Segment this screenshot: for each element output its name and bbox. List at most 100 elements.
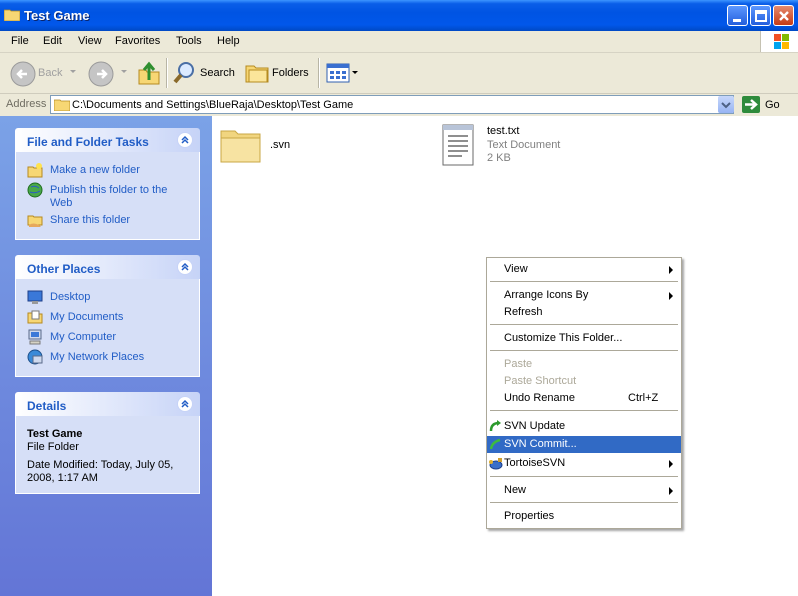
- toolbar: [0, 53, 798, 94]
- minimize-icon: [733, 19, 741, 22]
- ctx-undo-shortcut: Ctrl+Z: [628, 392, 659, 404]
- back-arrow-icon[interactable]: [10, 61, 36, 87]
- title-bar[interactable]: [0, 0, 798, 31]
- share-folder-link[interactable]: Share this folder: [50, 214, 130, 226]
- publish-folder-link-web[interactable]: Web: [50, 197, 72, 209]
- folder-icon: [54, 99, 70, 111]
- my-computer-link[interactable]: My Computer: [50, 331, 116, 343]
- details-modified: Date Modified: Today, July 05,: [27, 459, 174, 471]
- new-folder-icon: [27, 163, 43, 178]
- share-folder-icon: [27, 215, 43, 227]
- test-txt-label[interactable]: test.txt: [487, 125, 519, 137]
- close-button[interactable]: [773, 5, 794, 26]
- up-folder-icon[interactable]: [137, 60, 161, 86]
- address-label: Address: [6, 98, 47, 110]
- ctx-new[interactable]: New: [487, 482, 681, 499]
- folders-icon[interactable]: [245, 62, 271, 84]
- go-button[interactable]: [742, 96, 760, 113]
- test-txt-size: 2 KB: [487, 152, 511, 164]
- menu-separator: [490, 502, 678, 503]
- my-documents-icon: [27, 310, 43, 324]
- address-dropdown-button[interactable]: [718, 96, 734, 113]
- minimize-button[interactable]: [727, 5, 748, 26]
- ctx-paste-shortcut-label: Paste Shortcut: [504, 375, 577, 387]
- maximize-button[interactable]: [750, 5, 771, 26]
- ctx-view[interactable]: View: [487, 261, 681, 278]
- ctx-properties[interactable]: Properties: [487, 508, 681, 525]
- menu-file[interactable]: File: [11, 35, 29, 47]
- menu-edit[interactable]: Edit: [43, 35, 62, 47]
- back-button[interactable]: Back: [38, 67, 62, 79]
- views-dropdown-icon[interactable]: [352, 71, 358, 74]
- window-title: Test Game: [24, 8, 90, 23]
- go-label[interactable]: Go: [765, 99, 780, 111]
- ctx-properties-label: Properties: [504, 510, 555, 522]
- toolbar-separator: [166, 58, 168, 88]
- collapse-chevron-icon[interactable]: [177, 132, 193, 148]
- forward-arrow-icon[interactable]: [88, 61, 114, 87]
- ctx-refresh[interactable]: Refresh: [487, 304, 681, 321]
- maximize-icon: [755, 10, 767, 22]
- submenu-arrow-icon: [669, 266, 673, 274]
- text-document-icon[interactable]: [440, 122, 476, 168]
- toolbar-separator: [318, 58, 320, 88]
- my-network-places-link[interactable]: My Network Places: [50, 351, 144, 363]
- file-folder-tasks-title[interactable]: File and Folder Tasks: [27, 135, 149, 149]
- menu-separator: [490, 281, 678, 282]
- ctx-customize-label: Customize This Folder...: [504, 332, 623, 344]
- folder-icon[interactable]: [220, 126, 262, 164]
- ctx-undo-rename[interactable]: Undo Rename Ctrl+Z: [487, 390, 681, 407]
- ctx-customize-folder[interactable]: Customize This Folder...: [487, 330, 681, 347]
- ctx-tortoisesvn[interactable]: TortoiseSVN: [487, 455, 681, 472]
- submenu-arrow-icon: [669, 292, 673, 300]
- svn-update-icon: [489, 420, 501, 432]
- desktop-link[interactable]: Desktop: [50, 291, 90, 303]
- collapse-chevron-icon[interactable]: [177, 259, 193, 275]
- context-menu: View Arrange Icons By Refresh Customize …: [486, 257, 682, 529]
- ctx-svn-commit[interactable]: SVN Commit...: [487, 436, 681, 453]
- my-computer-icon: [28, 329, 42, 345]
- publish-folder-link[interactable]: Publish this folder to the: [50, 184, 167, 196]
- details-type: File Folder: [27, 441, 79, 453]
- ctx-svn-update[interactable]: SVN Update: [487, 418, 681, 435]
- desktop-icon: [27, 290, 43, 304]
- my-documents-link[interactable]: My Documents: [50, 311, 123, 323]
- address-path[interactable]: C:\Documents and Settings\BlueRaja\Deskt…: [72, 99, 353, 111]
- ctx-view-label: View: [504, 263, 528, 275]
- submenu-arrow-icon: [669, 460, 673, 468]
- collapse-chevron-icon[interactable]: [177, 396, 193, 412]
- search-button[interactable]: Search: [200, 67, 235, 79]
- forward-dropdown-icon[interactable]: [121, 70, 127, 73]
- svn-commit-icon: [489, 438, 501, 450]
- other-places-title[interactable]: Other Places: [27, 262, 100, 276]
- menu-tools[interactable]: Tools: [176, 35, 202, 47]
- submenu-arrow-icon: [669, 487, 673, 495]
- close-icon: [779, 11, 789, 21]
- windows-logo: [760, 31, 798, 52]
- details-name: Test Game: [27, 428, 83, 440]
- ctx-paste-shortcut: Paste Shortcut: [487, 373, 681, 390]
- details-modified-time: 2008, 1:17 AM: [27, 472, 98, 484]
- views-icon[interactable]: [326, 63, 350, 83]
- ctx-undo-label: Undo Rename: [504, 392, 575, 404]
- menu-help[interactable]: Help: [217, 35, 240, 47]
- menu-favorites[interactable]: Favorites: [115, 35, 160, 47]
- make-new-folder-link[interactable]: Make a new folder: [50, 164, 140, 176]
- back-dropdown-icon[interactable]: [70, 70, 76, 73]
- folders-button[interactable]: Folders: [272, 67, 309, 79]
- chevron-down-icon: [721, 102, 731, 109]
- tortoisesvn-icon: [489, 458, 503, 470]
- folder-icon: [4, 9, 20, 21]
- ctx-refresh-label: Refresh: [504, 306, 543, 318]
- details-title[interactable]: Details: [27, 399, 66, 413]
- menu-view[interactable]: View: [78, 35, 102, 47]
- ctx-tortoisesvn-label: TortoiseSVN: [504, 457, 566, 469]
- menu-separator: [490, 324, 678, 325]
- search-icon[interactable]: [172, 60, 198, 86]
- publish-web-icon: [27, 182, 43, 198]
- ctx-arrange-icons[interactable]: Arrange Icons By: [487, 287, 681, 304]
- ctx-paste: Paste: [487, 356, 681, 373]
- menu-separator: [490, 476, 678, 477]
- svn-folder-label[interactable]: .svn: [270, 139, 290, 151]
- ctx-paste-label: Paste: [504, 358, 533, 370]
